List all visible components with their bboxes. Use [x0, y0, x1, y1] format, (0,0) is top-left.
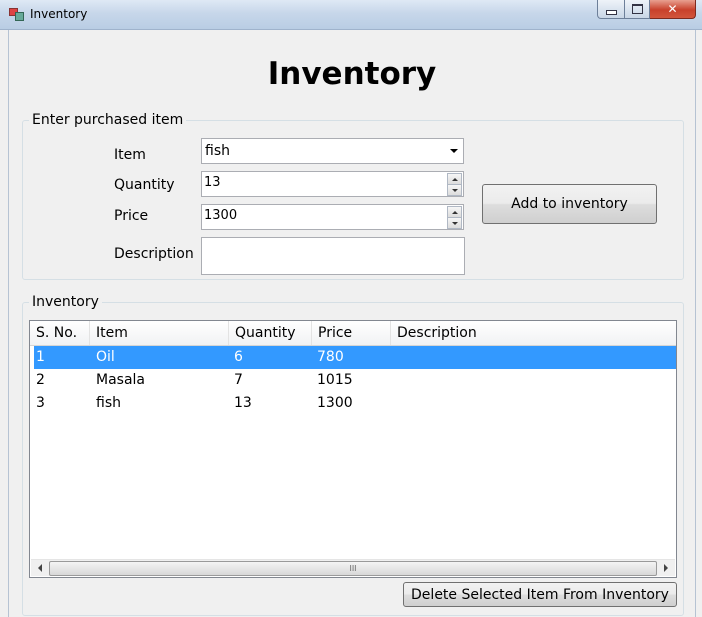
scroll-right-button[interactable] — [659, 562, 673, 574]
cell-quantity: 13 — [234, 395, 252, 411]
close-icon: ✕ — [667, 2, 678, 16]
window-title: Inventory — [30, 7, 88, 21]
minimize-button[interactable] — [597, 0, 625, 19]
price-stepper[interactable] — [201, 204, 464, 230]
listview-header: S. No. Item Quantity Price Description — [30, 321, 676, 346]
inventory-listview[interactable]: S. No. Item Quantity Price Description 1… — [29, 320, 677, 578]
table-row[interactable]: 2 Masala 7 1015 — [34, 369, 676, 392]
price-label: Price — [114, 208, 149, 224]
cell-item: Masala — [96, 372, 145, 388]
page-title: Inventory — [267, 56, 437, 92]
scroll-grip: III — [349, 564, 357, 573]
cell-quantity: 7 — [234, 372, 243, 388]
quantity-label: Quantity — [114, 177, 175, 193]
add-to-inventory-button[interactable]: Add to inventory — [482, 184, 657, 224]
item-combobox[interactable]: fish — [201, 138, 464, 164]
caption-buttons: ✕ — [597, 0, 696, 20]
cell-price: 780 — [317, 349, 344, 365]
inventory-group-legend: Inventory — [32, 294, 99, 310]
delete-selected-item-button[interactable]: Delete Selected Item From Inventory — [403, 582, 677, 607]
cell-quantity: 6 — [234, 349, 243, 365]
dropdown-arrow-icon[interactable] — [446, 140, 462, 162]
app-icon — [9, 8, 24, 21]
column-header-quantity[interactable]: Quantity — [229, 321, 312, 345]
description-label: Description — [114, 246, 194, 262]
maximize-button[interactable] — [625, 0, 650, 19]
table-row[interactable]: 3 fish 13 1300 — [34, 392, 676, 415]
item-label: Item — [114, 147, 146, 163]
cell-price: 1015 — [317, 372, 353, 388]
arrow-up-icon — [451, 210, 458, 214]
cell-sno: 3 — [36, 395, 45, 411]
maximize-icon — [631, 4, 643, 14]
entry-group-legend: Enter purchased item — [32, 112, 184, 128]
cell-sno: 1 — [36, 349, 45, 365]
close-button[interactable]: ✕ — [650, 0, 696, 19]
price-decrement-button[interactable] — [447, 217, 462, 229]
cell-item: fish — [96, 395, 121, 411]
arrow-down-icon — [451, 188, 458, 192]
quantity-input[interactable] — [204, 175, 444, 190]
horizontal-scrollbar[interactable]: III — [31, 559, 675, 576]
item-combobox-value: fish — [205, 143, 230, 159]
quantity-stepper[interactable] — [201, 171, 464, 197]
scroll-left-button[interactable] — [33, 562, 47, 574]
column-header-price[interactable]: Price — [312, 321, 391, 345]
column-header-sno[interactable]: S. No. — [30, 321, 90, 345]
arrow-left-icon — [38, 564, 42, 572]
arrow-up-icon — [451, 177, 458, 181]
arrow-right-icon — [664, 564, 668, 572]
minimize-icon — [605, 9, 617, 15]
cell-price: 1300 — [317, 395, 353, 411]
arrow-down-icon — [451, 221, 458, 225]
form-client-area: Inventory Enter purchased item Item fish… — [8, 30, 696, 617]
column-header-item[interactable]: Item — [90, 321, 229, 345]
table-row[interactable]: 1 Oil 6 780 — [34, 346, 676, 369]
price-input[interactable] — [204, 208, 444, 223]
scrollbar-thumb[interactable]: III — [49, 561, 657, 576]
column-header-description[interactable]: Description — [391, 321, 676, 345]
description-input[interactable] — [201, 237, 465, 275]
cell-sno: 2 — [36, 372, 45, 388]
title-bar[interactable]: Inventory ✕ — [0, 0, 702, 30]
quantity-decrement-button[interactable] — [447, 184, 462, 196]
cell-item: Oil — [96, 349, 115, 365]
